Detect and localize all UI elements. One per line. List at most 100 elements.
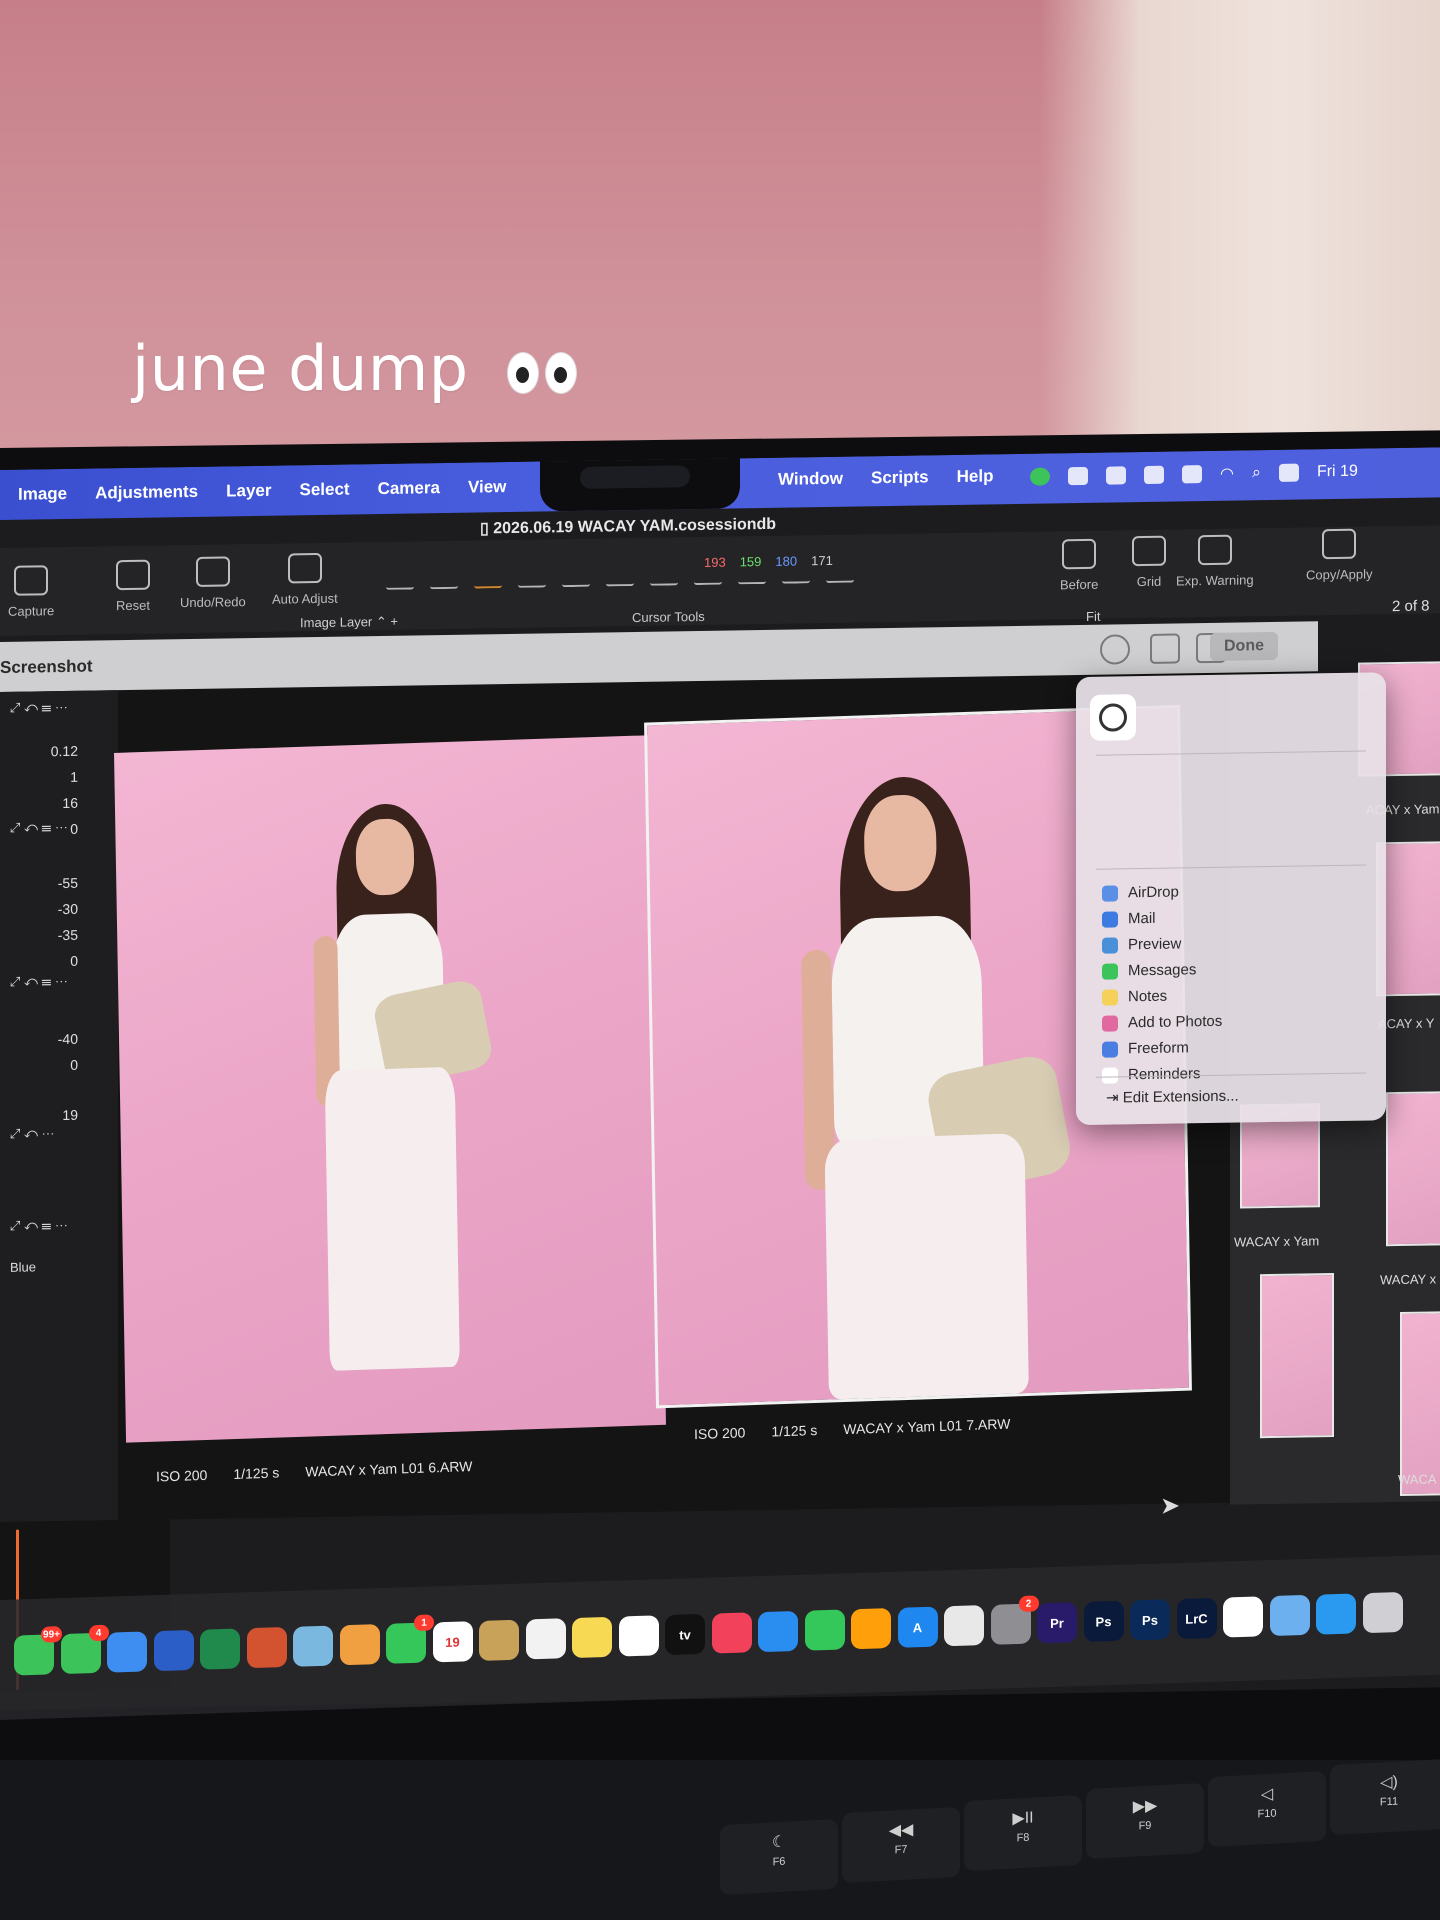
markup-icon[interactable] [1100,634,1130,665]
excel-dock-icon[interactable] [200,1628,240,1670]
reset-button[interactable]: Reset [116,559,150,614]
notes-dock-icon[interactable] [572,1616,612,1659]
tool-group-header-3[interactable]: ⤢ ↶ ☰ ⋯ [10,973,68,990]
menu-item-view[interactable]: View [468,477,506,498]
battery-icon[interactable] [1182,465,1202,484]
photoshop-beta-dock-icon[interactable]: Ps [1130,1599,1170,1641]
menu-item-camera[interactable]: Camera [378,478,440,499]
tool-group-header-4[interactable]: ⤢ ↶ ⋯ [10,1125,55,1142]
menu-item-adjustments[interactable]: Adjustments [95,482,198,504]
edit-extensions-button[interactable]: ⇥ Edit Extensions... [1106,1087,1239,1107]
adjustment-value-3[interactable]: 16 [62,795,78,811]
adjustment-value-8[interactable]: 0 [70,953,78,969]
pointer-tool-icon[interactable] [386,563,414,590]
key-f9[interactable]: ▶▶ F9 [1086,1782,1204,1860]
key-f11[interactable]: ◁) F11 [1330,1758,1440,1836]
calendar-dock-icon[interactable]: 19 [432,1621,473,1663]
chrome-dock-icon[interactable] [1223,1596,1263,1638]
exposure-warning-button[interactable]: Exp. Warning [1176,534,1254,589]
key-f6[interactable]: ☾ F6 [720,1818,838,1896]
music-dock-icon[interactable] [711,1612,752,1654]
crop-tool-icon[interactable] [474,562,502,589]
menu-clock[interactable]: Fri 19 [1317,463,1358,482]
reminders-dock-icon[interactable] [525,1618,566,1660]
powerpoint-dock-icon[interactable] [246,1626,287,1669]
done-button[interactable]: Done [1210,631,1278,661]
adjustment-value-1[interactable]: 0.12 [51,743,78,759]
share-item-add-to-photos[interactable]: Add to Photos [1102,1013,1222,1032]
lightroom-classic-dock-icon[interactable]: LrC [1176,1597,1217,1640]
key-f7[interactable]: ◀◀ F7 [842,1806,960,1884]
pan-tool-icon[interactable] [430,562,458,590]
before-button[interactable]: Before [1060,538,1098,592]
adjustment-value-2[interactable]: 1 [70,769,78,785]
key-f8[interactable]: ▶II F8 [964,1794,1082,1872]
line-tray-icon[interactable] [1030,467,1050,486]
messages-dock-icon[interactable]: 4 [60,1624,109,1675]
adjustment-value-10[interactable]: 0 [70,1057,78,1073]
photo-preview-1[interactable] [114,735,666,1443]
capture-button[interactable]: Capture [8,565,54,619]
premiere-dock-icon[interactable]: Pr [1037,1602,1077,1644]
freeform-dock-icon[interactable] [618,1615,659,1657]
adjustment-value-7[interactable]: -35 [58,927,78,943]
filmstrip-thumb-4[interactable] [1260,1273,1334,1439]
safari-share-button[interactable] [1090,694,1136,741]
auto-adjust-button[interactable]: Auto Adjust [272,552,338,607]
tool-group-header-1[interactable]: ⤢ ↶ ☰ ⋯ [10,699,68,716]
appstore-dock-icon[interactable]: A [897,1606,938,1648]
mail-dock-icon[interactable] [107,1631,147,1673]
trash-icon[interactable] [1150,633,1180,664]
photos-dock-icon[interactable] [339,1624,380,1666]
captureone-dock-icon[interactable] [944,1605,984,1647]
maps-dock-icon[interactable] [293,1625,333,1667]
creative-cloud-tray-icon[interactable] [1068,466,1088,486]
filmstrip-thumb-6[interactable] [1400,1311,1440,1497]
contacts-dock-icon[interactable] [479,1619,519,1661]
share-item-freeform[interactable]: Freeform [1102,1039,1189,1057]
pages-dock-icon[interactable] [851,1607,891,1650]
tool-group-header-5[interactable]: ⤢ ↶ ☰ ⋯ [10,1217,68,1234]
adjustment-value-4[interactable]: 0 [70,821,78,837]
adjustment-value-9[interactable]: -40 [58,1031,78,1047]
keynote-dock-icon[interactable] [758,1610,798,1653]
share-item-airdrop[interactable]: AirDrop [1102,883,1179,901]
key-f10[interactable]: ◁ F10 [1208,1770,1326,1848]
menu-item-select[interactable]: Select [299,480,349,501]
spot-tool-icon[interactable] [606,560,634,587]
adjustment-value-11[interactable]: 19 [62,1107,78,1123]
share-item-preview[interactable]: Preview [1102,935,1181,953]
safari-dock-icon[interactable] [1316,1593,1356,1635]
adjustment-value-6[interactable]: -30 [58,901,78,917]
adjustment-value-5[interactable]: -55 [58,875,78,891]
menu-item-scripts[interactable]: Scripts [871,467,929,488]
fit-zoom-selector[interactable]: Fit [1086,609,1100,624]
settings-dock-icon[interactable]: 2 [990,1595,1039,1645]
share-item-notes[interactable]: Notes [1102,988,1167,1006]
menu-item-window[interactable]: Window [778,469,843,490]
photoshop-dock-icon[interactable]: Ps [1083,1600,1124,1642]
play-tray-icon[interactable] [1106,466,1126,485]
undo-redo-button[interactable]: Undo/Redo [180,556,246,610]
brush-tool-icon[interactable] [650,559,678,586]
menu-item-layer[interactable]: Layer [226,481,271,502]
menu-item-image[interactable]: Image [18,484,67,505]
word-dock-icon[interactable] [153,1629,194,1672]
layer-selector[interactable]: Image Layer ⌃ + [300,614,398,632]
menu-item-help[interactable]: Help [957,466,994,487]
grid-button[interactable]: Grid [1132,535,1166,590]
copy-apply-button[interactable]: Copy/Apply [1306,528,1372,582]
keystone-tool-icon[interactable] [562,560,590,588]
share-item-mail[interactable]: Mail [1102,910,1156,928]
appletv-dock-icon[interactable]: tv [665,1613,705,1656]
facetime-dock-icon[interactable]: 1 [386,1614,434,1664]
control-center-icon[interactable] [1278,463,1299,482]
share-item-messages[interactable]: Messages [1102,961,1196,979]
filmstrip-thumb-5[interactable] [1386,1091,1440,1247]
trash-dock-icon[interactable] [1362,1591,1403,1634]
rotate-tool-icon[interactable] [518,561,546,588]
preview-dock-icon[interactable] [1269,1594,1310,1637]
input-source-icon[interactable] [1144,465,1164,485]
wifi-icon[interactable]: ◠ [1220,464,1234,484]
numbers-dock-icon[interactable] [804,1609,845,1651]
